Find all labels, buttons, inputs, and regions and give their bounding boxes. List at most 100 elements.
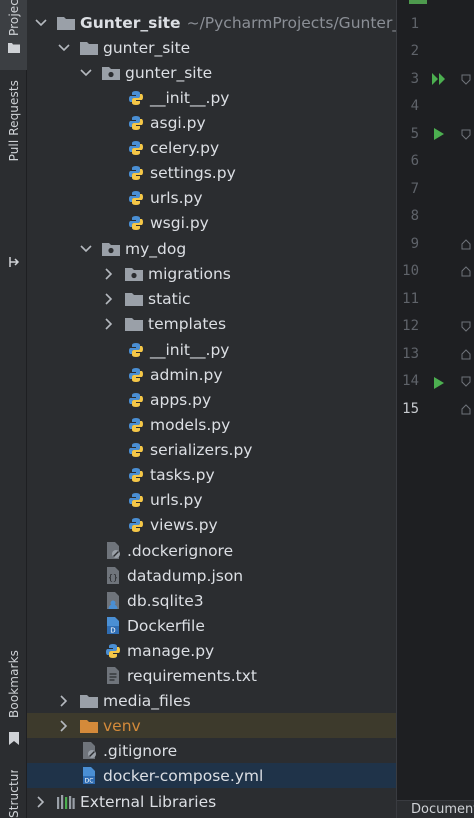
root-folder-name: Gunter_site	[80, 13, 181, 32]
line-number: 13	[402, 346, 419, 362]
tree-item-file[interactable]: __init__.py	[27, 337, 396, 362]
line-number: 4	[410, 98, 419, 114]
python-file-icon	[127, 466, 145, 484]
tree-item-file[interactable]: urls.py	[27, 487, 396, 512]
fold-marker-icon[interactable]	[461, 376, 471, 388]
tree-item-file[interactable]: models.py	[27, 412, 396, 437]
tree-item-file[interactable]: wsgi.py	[27, 210, 396, 235]
svg-text:{}: {}	[108, 573, 118, 582]
chevron-down-icon[interactable]	[58, 42, 70, 54]
tree-item-file[interactable]: views.py	[27, 512, 396, 537]
tree-item-file[interactable]: serializers.py	[27, 437, 396, 462]
tree-item-external-libraries[interactable]: External Libraries	[27, 789, 396, 814]
tree-item-file[interactable]: __init__.py	[27, 85, 396, 110]
chevron-down-icon[interactable]	[35, 17, 47, 29]
tree-item-file[interactable]: manage.py	[27, 638, 396, 663]
tree-item-label: External Libraries	[80, 792, 217, 811]
documentation-tab[interactable]: Documentation	[397, 800, 474, 818]
chevron-right-icon[interactable]	[58, 719, 70, 732]
tree-item-folder[interactable]: templates	[27, 311, 396, 336]
tree-item-package[interactable]: my_dog	[27, 236, 396, 261]
tree-item-file[interactable]: urls.py	[27, 185, 396, 210]
fold-marker-icon[interactable]	[461, 348, 471, 360]
tree-item-label: static	[148, 289, 191, 308]
tree-item-file[interactable]: asgi.py	[27, 110, 396, 135]
tree-item-label: templates	[148, 314, 227, 333]
fold-marker-icon[interactable]	[461, 265, 471, 277]
python-file-icon	[127, 516, 145, 534]
tree-item-package[interactable]: migrations	[27, 261, 396, 286]
tree-item-label: settings.py	[150, 163, 236, 182]
tree-item-folder[interactable]: gunter_site	[27, 35, 396, 60]
python-file-icon	[127, 441, 145, 459]
python-file-icon	[127, 391, 145, 409]
package-folder-icon	[125, 265, 143, 283]
folder-icon	[125, 290, 143, 308]
chevron-right-icon[interactable]	[58, 694, 70, 707]
run-icon[interactable]	[431, 126, 447, 142]
tree-item-file[interactable]: celery.py	[27, 135, 396, 160]
tree-item-package[interactable]: gunter_site	[27, 60, 396, 85]
chevron-down-icon[interactable]	[80, 67, 92, 79]
svg-text:DC: DC	[85, 778, 94, 785]
fold-marker-icon[interactable]	[461, 238, 471, 250]
python-file-icon	[104, 642, 122, 660]
pull-requests-tool-tab[interactable]: Pull Requests	[0, 80, 27, 267]
tree-item-label: manage.py	[127, 641, 215, 660]
tree-item-label: __init__.py	[150, 340, 230, 359]
python-file-icon	[127, 189, 145, 207]
tree-item-label: celery.py	[150, 138, 220, 157]
chevron-right-icon[interactable]	[103, 292, 115, 305]
chevron-right-icon[interactable]	[103, 317, 115, 330]
tree-item-label: datadump.json	[127, 566, 244, 585]
tree-item-file[interactable]: requirements.txt	[27, 663, 396, 688]
fold-marker-icon[interactable]	[461, 321, 471, 333]
python-file-icon	[127, 491, 145, 509]
python-file-icon	[127, 341, 145, 359]
project-tab-label: Project	[6, 0, 21, 36]
tree-item-label: media_files	[103, 691, 191, 710]
tree-item-file-selected[interactable]: DC docker-compose.yml	[27, 763, 396, 788]
chevron-right-icon[interactable]	[35, 795, 47, 808]
run-all-icon[interactable]	[431, 71, 447, 87]
tree-item-label: tasks.py	[150, 465, 215, 484]
python-file-icon	[127, 416, 145, 434]
run-icon[interactable]	[431, 375, 447, 391]
fold-marker-icon[interactable]	[461, 74, 471, 86]
tree-item-excluded-folder[interactable]: venv	[27, 713, 396, 738]
tree-item-file[interactable]: db.sqlite3	[27, 588, 396, 613]
line-number: 1	[410, 16, 419, 32]
tree-item-file[interactable]: tasks.py	[27, 462, 396, 487]
excluded-folder-icon	[80, 717, 98, 735]
chevron-down-icon[interactable]	[80, 243, 92, 255]
tree-item-file[interactable]: D Dockerfile	[27, 613, 396, 638]
tree-item-file[interactable]: settings.py	[27, 160, 396, 185]
docker-compose-file-icon: DC	[80, 767, 98, 785]
python-file-icon	[127, 164, 145, 182]
folder-icon	[57, 14, 75, 32]
tree-item-folder[interactable]: media_files	[27, 688, 396, 713]
tree-item-label: urls.py	[150, 188, 203, 207]
tree-item-label: admin.py	[150, 365, 223, 384]
fold-marker-icon[interactable]	[461, 403, 471, 415]
project-tool-tab[interactable]: Project	[0, 0, 27, 70]
chevron-right-icon[interactable]	[103, 267, 115, 280]
tree-item-file[interactable]: apps.py	[27, 387, 396, 412]
tree-item-file[interactable]: .dockerignore	[27, 538, 396, 563]
tree-item-folder[interactable]: static	[27, 286, 396, 311]
json-file-icon: {}	[104, 567, 122, 585]
tree-item-file[interactable]: admin.py	[27, 362, 396, 387]
fold-marker-icon[interactable]	[461, 129, 471, 141]
editor-gutter: 1 2 3 4 5 6 7 8 9 10 11 12 13 14 15 Docu…	[396, 0, 474, 818]
bookmarks-tab-label: Bookmarks	[6, 650, 21, 718]
tree-item-label: wsgi.py	[150, 213, 209, 232]
line-number: 2	[410, 43, 419, 59]
tree-item-file[interactable]: {} datadump.json	[27, 563, 396, 588]
tree-item-label: serializers.py	[150, 440, 253, 459]
tree-item-file[interactable]: .gitignore	[27, 738, 396, 763]
structure-tool-tab[interactable]: Structure	[0, 770, 27, 818]
tree-root-row[interactable]: Gunter_site ~/PycharmProjects/Gunter_sit…	[27, 10, 396, 35]
bookmarks-tool-tab[interactable]: Bookmarks	[0, 650, 27, 750]
ignore-file-icon	[104, 542, 122, 560]
line-number: 10	[402, 263, 419, 279]
